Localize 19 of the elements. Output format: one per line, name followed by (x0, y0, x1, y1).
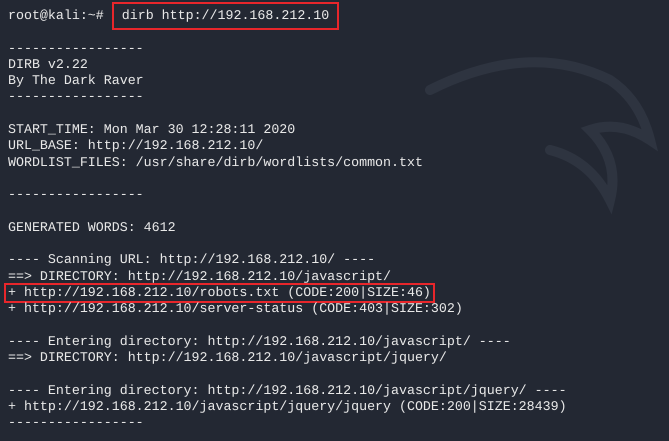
output-line: ----------------- (8, 40, 144, 57)
output-line: ==> DIRECTORY: http://192.168.212.10/javascript/jquery/ (8, 350, 447, 367)
output-line: ---- Entering directory: http://192.168.212.10/javascript/jquery/ ---- (8, 382, 567, 400)
output-line: + http://192.168.212.10/server-status (CODE:403|SIZE:302) (8, 301, 463, 318)
shell-prompt: root@kali:~# (8, 8, 104, 24)
output-line: GENERATED WORDS: 4612 (8, 220, 176, 236)
output-line: DIRB v2.22 (8, 56, 88, 74)
output-line: URL_BASE: http://192.168.212.10/ (8, 138, 264, 155)
output-line: ----------------- (8, 89, 144, 106)
output-line: ==> DIRECTORY: http://192.168.212.10/javascript/ (8, 268, 392, 286)
output-line: ----------------- (8, 415, 144, 432)
command-text: dirb http://192.168.212.10 (112, 2, 340, 30)
output-line: START_TIME: Mon Mar 30 12:28:11 2020 (8, 122, 296, 138)
output-line: + http://192.168.212.10/javascript/jquery/jquery (CODE:200|SIZE:28439) (8, 399, 567, 416)
output-line: ---- Scanning URL: http://192.168.212.10/ ---- (8, 252, 376, 269)
output-line: WORDLIST_FILES: /usr/share/dirb/wordlists/common.txt (8, 154, 423, 171)
output-line: ----------------- (8, 187, 144, 204)
output-line: By The Dark Raver (8, 73, 144, 90)
output-line: ---- Entering directory: http://192.168.212.10/javascript/ ---- (8, 334, 511, 350)
